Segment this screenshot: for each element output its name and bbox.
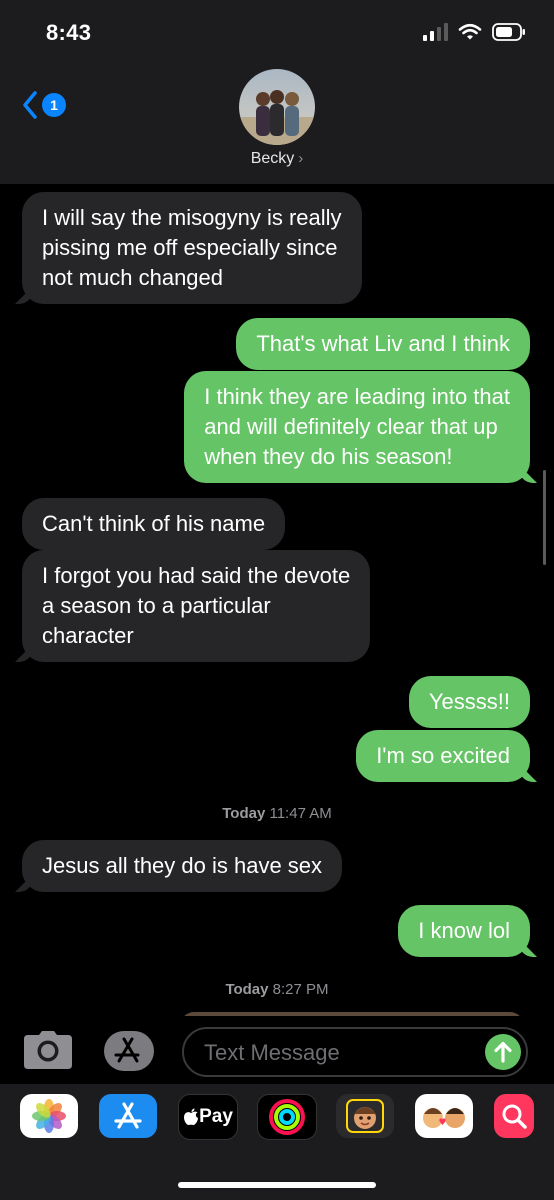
- activity-icon: [269, 1099, 305, 1135]
- message-outgoing[interactable]: I think they are leading into that and w…: [184, 371, 530, 483]
- message-outgoing[interactable]: That's what Liv and I think: [236, 318, 530, 370]
- arrow-up-icon: [494, 1041, 512, 1063]
- message-list[interactable]: I will say the misogyny is really pissin…: [0, 184, 554, 1014]
- timestamp-day: Today: [222, 805, 266, 822]
- cellular-signal-icon: [423, 23, 448, 41]
- memoji-icon: [346, 1099, 384, 1133]
- photos-icon: [32, 1099, 66, 1133]
- apple-pay-button[interactable]: Pay: [178, 1094, 238, 1140]
- apple-pay-label: Pay: [199, 1106, 233, 1127]
- message-incoming[interactable]: I will say the misogyny is really pissin…: [22, 192, 362, 304]
- message-outgoing[interactable]: Yessss!!: [408, 676, 530, 728]
- contact-name-button[interactable]: Becky ›: [0, 150, 554, 168]
- message-incoming[interactable]: Jesus all they do is have sex: [22, 840, 343, 892]
- memoji-stickers-icon: [423, 1108, 465, 1128]
- app-store-icon: [114, 1037, 140, 1063]
- timestamp-divider: Today 8:27 PM: [0, 981, 554, 998]
- message-outgoing[interactable]: I know lol: [398, 905, 530, 957]
- wifi-icon: [458, 23, 482, 40]
- message-incoming[interactable]: Can't think of his name: [22, 498, 286, 550]
- status-bar: 8:43: [0, 0, 554, 64]
- message-outgoing[interactable]: I'm so excited: [356, 730, 530, 782]
- images-search-app-button[interactable]: [494, 1094, 534, 1138]
- timestamp-divider: Today 11:47 AM: [0, 805, 554, 822]
- camera-button[interactable]: [24, 1031, 72, 1074]
- apple-pay-icon: [184, 1108, 199, 1126]
- compose-bar: [0, 1016, 554, 1084]
- timestamp-time: 11:47 AM: [269, 805, 332, 822]
- app-store-icon: [114, 1102, 142, 1129]
- memoji-stickers-app-button[interactable]: [415, 1094, 473, 1138]
- timestamp-time: 8:27 PM: [272, 981, 329, 998]
- contact-avatar[interactable]: [239, 69, 315, 145]
- message-input-field[interactable]: [182, 1027, 528, 1077]
- apps-button[interactable]: [104, 1031, 154, 1071]
- scroll-indicator[interactable]: [543, 470, 546, 565]
- chevron-left-icon: [23, 91, 37, 119]
- unread-badge: 1: [42, 93, 66, 117]
- message-incoming[interactable]: I forgot you had said the devote a seaso…: [22, 550, 371, 662]
- contact-name: Becky: [250, 150, 295, 167]
- status-icons: [423, 23, 526, 41]
- chevron-right-icon: ›: [298, 150, 304, 167]
- activity-app-button[interactable]: [257, 1094, 317, 1140]
- back-button[interactable]: 1: [22, 91, 66, 119]
- battery-icon: [492, 23, 525, 41]
- app-drawer: Pay: [0, 1084, 554, 1200]
- camera-icon: [24, 1031, 72, 1069]
- app-store-app-button[interactable]: [99, 1094, 157, 1138]
- memoji-app-button[interactable]: [336, 1094, 394, 1138]
- web-images-search-icon: [502, 1104, 527, 1129]
- message-input[interactable]: [202, 1037, 476, 1069]
- photos-app-button[interactable]: [20, 1094, 78, 1138]
- timestamp-day: Today: [225, 981, 269, 998]
- status-time: 8:43: [46, 20, 92, 45]
- send-button[interactable]: [485, 1034, 521, 1070]
- home-indicator[interactable]: [178, 1182, 376, 1188]
